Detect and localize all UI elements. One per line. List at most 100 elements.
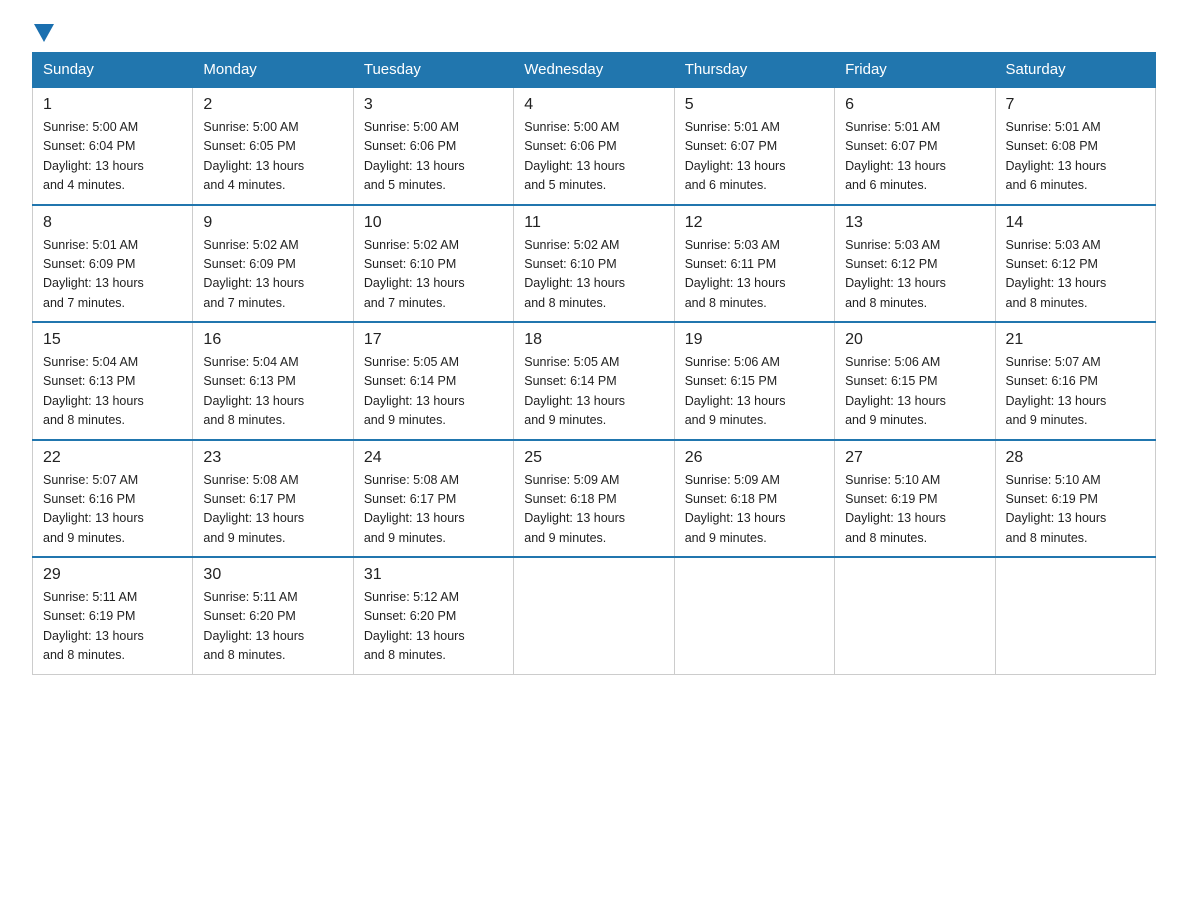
day-number: 10: [364, 214, 503, 232]
day-number: 16: [203, 331, 342, 349]
calendar-day-cell: 16 Sunrise: 5:04 AMSunset: 6:13 PMDaylig…: [193, 322, 353, 440]
calendar-week-row: 1 Sunrise: 5:00 AMSunset: 6:04 PMDayligh…: [33, 87, 1156, 205]
day-info: Sunrise: 5:01 AMSunset: 6:07 PMDaylight:…: [845, 120, 946, 192]
day-info: Sunrise: 5:00 AMSunset: 6:06 PMDaylight:…: [364, 120, 465, 192]
day-number: 15: [43, 331, 182, 349]
day-number: 1: [43, 96, 182, 114]
calendar-day-cell: 22 Sunrise: 5:07 AMSunset: 6:16 PMDaylig…: [33, 440, 193, 558]
day-info: Sunrise: 5:02 AMSunset: 6:10 PMDaylight:…: [524, 238, 625, 310]
day-number: 30: [203, 566, 342, 584]
calendar-day-cell: 23 Sunrise: 5:08 AMSunset: 6:17 PMDaylig…: [193, 440, 353, 558]
day-info: Sunrise: 5:02 AMSunset: 6:10 PMDaylight:…: [364, 238, 465, 310]
calendar-day-cell: 5 Sunrise: 5:01 AMSunset: 6:07 PMDayligh…: [674, 87, 834, 205]
day-number: 14: [1006, 214, 1145, 232]
calendar-day-cell: 21 Sunrise: 5:07 AMSunset: 6:16 PMDaylig…: [995, 322, 1155, 440]
calendar-table: SundayMondayTuesdayWednesdayThursdayFrid…: [32, 52, 1156, 675]
calendar-day-cell: [995, 557, 1155, 674]
day-number: 3: [364, 96, 503, 114]
calendar-day-cell: [835, 557, 995, 674]
day-info: Sunrise: 5:03 AMSunset: 6:11 PMDaylight:…: [685, 238, 786, 310]
calendar-week-row: 15 Sunrise: 5:04 AMSunset: 6:13 PMDaylig…: [33, 322, 1156, 440]
day-number: 27: [845, 449, 984, 467]
day-number: 4: [524, 96, 663, 114]
day-info: Sunrise: 5:03 AMSunset: 6:12 PMDaylight:…: [845, 238, 946, 310]
calendar-day-cell: 20 Sunrise: 5:06 AMSunset: 6:15 PMDaylig…: [835, 322, 995, 440]
day-info: Sunrise: 5:09 AMSunset: 6:18 PMDaylight:…: [685, 473, 786, 545]
day-of-week-header: Wednesday: [514, 53, 674, 88]
day-of-week-header: Monday: [193, 53, 353, 88]
day-info: Sunrise: 5:05 AMSunset: 6:14 PMDaylight:…: [524, 355, 625, 427]
logo: [32, 24, 56, 40]
calendar-day-cell: 18 Sunrise: 5:05 AMSunset: 6:14 PMDaylig…: [514, 322, 674, 440]
calendar-day-cell: 24 Sunrise: 5:08 AMSunset: 6:17 PMDaylig…: [353, 440, 513, 558]
day-number: 25: [524, 449, 663, 467]
page-header: [32, 24, 1156, 40]
day-number: 11: [524, 214, 663, 232]
day-number: 21: [1006, 331, 1145, 349]
day-info: Sunrise: 5:12 AMSunset: 6:20 PMDaylight:…: [364, 590, 465, 662]
calendar-day-cell: 4 Sunrise: 5:00 AMSunset: 6:06 PMDayligh…: [514, 87, 674, 205]
day-info: Sunrise: 5:10 AMSunset: 6:19 PMDaylight:…: [1006, 473, 1107, 545]
calendar-day-cell: 10 Sunrise: 5:02 AMSunset: 6:10 PMDaylig…: [353, 205, 513, 323]
day-of-week-header: Thursday: [674, 53, 834, 88]
day-number: 2: [203, 96, 342, 114]
day-info: Sunrise: 5:07 AMSunset: 6:16 PMDaylight:…: [1006, 355, 1107, 427]
day-info: Sunrise: 5:00 AMSunset: 6:04 PMDaylight:…: [43, 120, 144, 192]
calendar-day-cell: 14 Sunrise: 5:03 AMSunset: 6:12 PMDaylig…: [995, 205, 1155, 323]
day-number: 24: [364, 449, 503, 467]
calendar-day-cell: 17 Sunrise: 5:05 AMSunset: 6:14 PMDaylig…: [353, 322, 513, 440]
day-of-week-header: Tuesday: [353, 53, 513, 88]
day-info: Sunrise: 5:09 AMSunset: 6:18 PMDaylight:…: [524, 473, 625, 545]
calendar-day-cell: 31 Sunrise: 5:12 AMSunset: 6:20 PMDaylig…: [353, 557, 513, 674]
day-number: 22: [43, 449, 182, 467]
day-info: Sunrise: 5:01 AMSunset: 6:07 PMDaylight:…: [685, 120, 786, 192]
day-number: 20: [845, 331, 984, 349]
day-info: Sunrise: 5:01 AMSunset: 6:09 PMDaylight:…: [43, 238, 144, 310]
calendar-week-row: 22 Sunrise: 5:07 AMSunset: 6:16 PMDaylig…: [33, 440, 1156, 558]
day-info: Sunrise: 5:06 AMSunset: 6:15 PMDaylight:…: [845, 355, 946, 427]
day-number: 6: [845, 96, 984, 114]
day-info: Sunrise: 5:10 AMSunset: 6:19 PMDaylight:…: [845, 473, 946, 545]
calendar-header-row: SundayMondayTuesdayWednesdayThursdayFrid…: [33, 53, 1156, 88]
calendar-day-cell: 7 Sunrise: 5:01 AMSunset: 6:08 PMDayligh…: [995, 87, 1155, 205]
day-info: Sunrise: 5:03 AMSunset: 6:12 PMDaylight:…: [1006, 238, 1107, 310]
day-info: Sunrise: 5:08 AMSunset: 6:17 PMDaylight:…: [203, 473, 304, 545]
day-number: 13: [845, 214, 984, 232]
calendar-day-cell: 9 Sunrise: 5:02 AMSunset: 6:09 PMDayligh…: [193, 205, 353, 323]
calendar-day-cell: 1 Sunrise: 5:00 AMSunset: 6:04 PMDayligh…: [33, 87, 193, 205]
day-number: 18: [524, 331, 663, 349]
day-info: Sunrise: 5:04 AMSunset: 6:13 PMDaylight:…: [203, 355, 304, 427]
day-number: 9: [203, 214, 342, 232]
calendar-day-cell: 11 Sunrise: 5:02 AMSunset: 6:10 PMDaylig…: [514, 205, 674, 323]
day-info: Sunrise: 5:11 AMSunset: 6:19 PMDaylight:…: [43, 590, 144, 662]
day-number: 23: [203, 449, 342, 467]
calendar-day-cell: 25 Sunrise: 5:09 AMSunset: 6:18 PMDaylig…: [514, 440, 674, 558]
day-number: 29: [43, 566, 182, 584]
day-number: 28: [1006, 449, 1145, 467]
calendar-day-cell: 6 Sunrise: 5:01 AMSunset: 6:07 PMDayligh…: [835, 87, 995, 205]
calendar-day-cell: [674, 557, 834, 674]
day-number: 12: [685, 214, 824, 232]
day-info: Sunrise: 5:02 AMSunset: 6:09 PMDaylight:…: [203, 238, 304, 310]
calendar-day-cell: 8 Sunrise: 5:01 AMSunset: 6:09 PMDayligh…: [33, 205, 193, 323]
day-info: Sunrise: 5:07 AMSunset: 6:16 PMDaylight:…: [43, 473, 144, 545]
calendar-day-cell: 28 Sunrise: 5:10 AMSunset: 6:19 PMDaylig…: [995, 440, 1155, 558]
calendar-day-cell: 26 Sunrise: 5:09 AMSunset: 6:18 PMDaylig…: [674, 440, 834, 558]
calendar-day-cell: 12 Sunrise: 5:03 AMSunset: 6:11 PMDaylig…: [674, 205, 834, 323]
day-number: 26: [685, 449, 824, 467]
day-of-week-header: Sunday: [33, 53, 193, 88]
calendar-week-row: 29 Sunrise: 5:11 AMSunset: 6:19 PMDaylig…: [33, 557, 1156, 674]
day-info: Sunrise: 5:04 AMSunset: 6:13 PMDaylight:…: [43, 355, 144, 427]
calendar-day-cell: 15 Sunrise: 5:04 AMSunset: 6:13 PMDaylig…: [33, 322, 193, 440]
day-number: 8: [43, 214, 182, 232]
logo-triangle-icon: [34, 24, 54, 42]
day-info: Sunrise: 5:00 AMSunset: 6:06 PMDaylight:…: [524, 120, 625, 192]
day-number: 17: [364, 331, 503, 349]
calendar-day-cell: 2 Sunrise: 5:00 AMSunset: 6:05 PMDayligh…: [193, 87, 353, 205]
day-info: Sunrise: 5:08 AMSunset: 6:17 PMDaylight:…: [364, 473, 465, 545]
day-number: 7: [1006, 96, 1145, 114]
calendar-day-cell: 27 Sunrise: 5:10 AMSunset: 6:19 PMDaylig…: [835, 440, 995, 558]
logo-text: [32, 24, 56, 42]
calendar-day-cell: 13 Sunrise: 5:03 AMSunset: 6:12 PMDaylig…: [835, 205, 995, 323]
day-info: Sunrise: 5:01 AMSunset: 6:08 PMDaylight:…: [1006, 120, 1107, 192]
